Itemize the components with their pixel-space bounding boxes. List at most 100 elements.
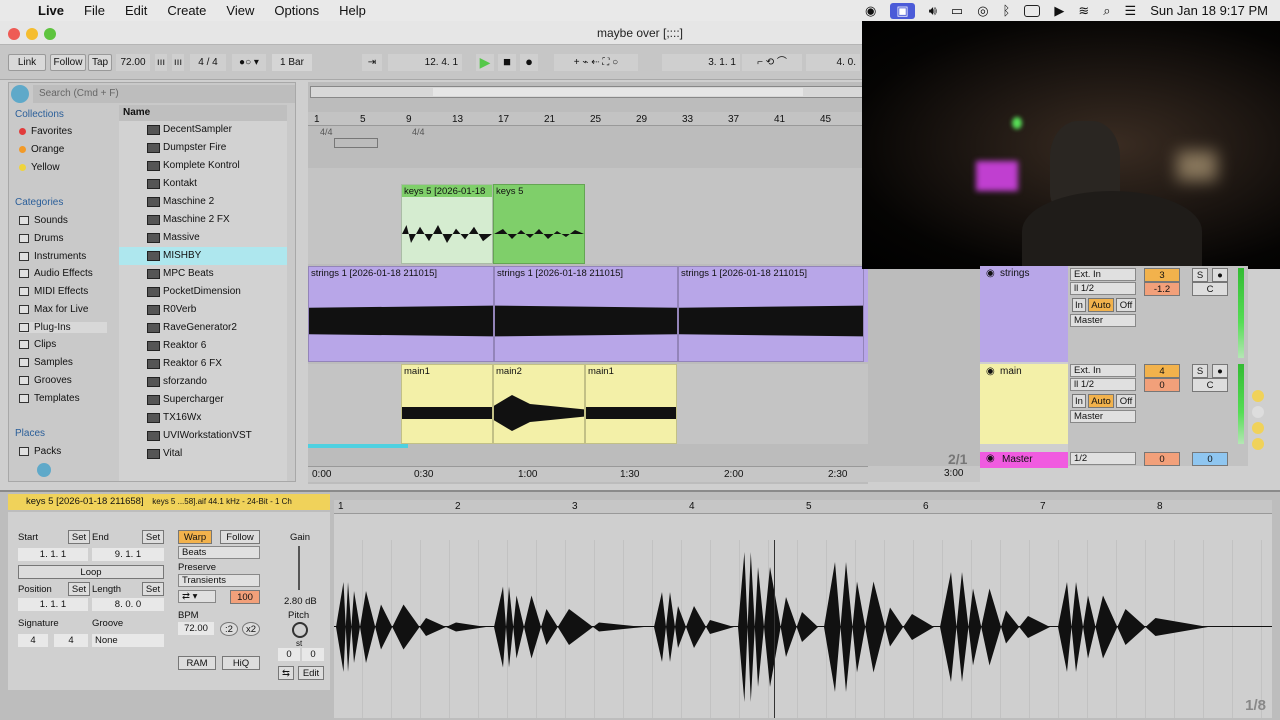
display-icon[interactable]: ▭ [951,3,963,19]
category-drums[interactable]: Drums [19,233,63,244]
category-templates[interactable]: Templates [19,393,80,404]
category-clips[interactable]: Clips [19,339,56,350]
screen-share-icon[interactable]: ▣ [890,2,915,19]
clip-keys-a[interactable]: keys 5 [2026-01-18 [401,184,493,264]
monitor-auto-button[interactable]: Auto [1088,298,1114,312]
menu-view[interactable]: View [226,3,254,18]
menu-app[interactable]: Live [38,3,64,18]
search-input[interactable]: Search (Cmd + F) [33,85,295,103]
quantize-select[interactable]: 1 Bar [272,54,312,71]
plugin-item[interactable]: sforzando [119,373,287,391]
menu-help[interactable]: Help [339,3,366,18]
preserve-select[interactable]: Transients [178,574,260,587]
volume-field[interactable]: 0 [1144,378,1180,392]
monitor-off-button[interactable]: Off [1116,298,1136,312]
clip-main-c[interactable]: main1 [585,364,677,444]
arm-button[interactable]: ● [1212,364,1228,378]
arm-button[interactable]: ● [1212,268,1228,282]
battery-icon[interactable] [1024,4,1041,17]
wifi-icon[interactable]: ≋ [1078,3,1089,19]
plugin-item[interactable]: PocketDimension [119,283,287,301]
reverse-icon[interactable]: ⇆ [278,666,294,680]
record-button[interactable]: ● [520,54,538,71]
loop-start-field[interactable]: 3. 1. 1 [662,54,740,71]
name-column-header[interactable]: Name [119,105,287,121]
start-field[interactable]: 1. 1. 1 [18,548,88,561]
solo-button[interactable]: S [1192,364,1208,378]
loop-mode-select[interactable]: ⇄ ▾ [178,590,216,603]
monitor-off-button[interactable]: Off [1116,394,1136,408]
plugin-item[interactable]: Supercharger [119,391,287,409]
collection-orange[interactable]: Orange [19,144,64,155]
length-field[interactable]: 8. 0. 0 [92,598,164,611]
category-sounds[interactable]: Sounds [19,215,68,226]
plugin-item[interactable]: Reaktor 6 FX [119,355,287,373]
track-header-main[interactable]: ◉ main [980,364,1068,444]
set-end-button[interactable]: Set [142,530,164,544]
signature-field[interactable]: 4 / 4 [190,54,226,71]
track-name[interactable]: strings [1000,268,1029,279]
track-fold-icon[interactable]: ◉ [986,366,995,377]
follow-button[interactable]: Follow [50,54,86,71]
monitor-in-button[interactable]: In [1072,298,1086,312]
plugin-item[interactable]: Vital [119,445,287,463]
track-lane-keys[interactable] [308,168,868,264]
plugin-item[interactable]: Reaktor 6 [119,337,287,355]
locator-marker[interactable] [334,138,378,148]
menu-edit[interactable]: Edit [125,3,147,18]
signature-denominator[interactable]: 4 [54,634,88,647]
volume-icon[interactable]: 🔊︎ [929,3,937,19]
overview-scrollbar[interactable] [310,86,866,98]
loop-button[interactable]: Loop [18,565,164,579]
hiq-button[interactable]: HiQ [222,656,260,670]
end-field[interactable]: 9. 1. 1 [92,548,164,561]
master-pan-field[interactable]: 0 [1192,452,1228,466]
track-fold-icon[interactable]: ◉ [986,268,995,279]
play-icon[interactable]: ▶︎ [1054,3,1064,19]
plugin-item[interactable]: RaveGenerator2 [119,319,287,337]
time-signature-marker[interactable]: 4/4 [412,127,425,137]
loop-length-field[interactable]: 4. 0. [806,54,860,71]
search-icon[interactable]: ⌕ [1103,3,1110,19]
plugin-item[interactable]: MPC Beats [119,265,287,283]
punch-loop-icons[interactable]: ⌐ ⟲ ⌒ [742,54,802,71]
bpm-field[interactable]: 72.00 [178,622,214,635]
browser-toggle-icon[interactable] [11,85,29,103]
plugin-item[interactable]: Komplete Kontrol [119,157,287,175]
track-name[interactable]: main [1000,366,1022,377]
position-field[interactable]: 12. 4. 1 [388,54,462,71]
tempo-field[interactable]: 72.00 [116,54,150,71]
follow-arrow-icon[interactable]: ⇥ [362,54,382,71]
menu-file[interactable]: File [84,3,105,18]
output-select[interactable]: Master [1070,410,1136,423]
plugin-item[interactable]: DecentSampler [119,121,287,139]
category-midi-effects[interactable]: MIDI Effects [19,286,88,297]
plugin-item[interactable]: Kontakt [119,175,287,193]
monitor-auto-button[interactable]: Auto [1088,394,1114,408]
stop-button[interactable]: ■ [498,54,516,71]
ram-button[interactable]: RAM [178,656,216,670]
clip-name-header[interactable]: keys 5 [2026-01-18 211658] keys 5 ...58]… [8,494,330,510]
pan-field[interactable]: C [1192,378,1228,392]
plugin-item[interactable]: R0Verb [119,301,287,319]
groove-select[interactable]: None [92,634,164,647]
collection-favorites[interactable]: Favorites [19,126,72,137]
set-position-button[interactable]: Set [68,582,90,596]
io-toggle-icon[interactable] [1252,390,1264,402]
link-button[interactable]: Link [8,54,46,71]
track-activator[interactable]: 4 [1144,364,1180,378]
bar-ruler[interactable]: 1 5 9 13 17 21 25 29 33 37 41 45 [308,112,868,126]
transpose-field[interactable]: 0 [278,648,300,661]
clip-strings-b[interactable]: strings 1 [2026-01-18 211015] [494,266,678,362]
clip-strings-c[interactable]: strings 1 [2026-01-18 211015] [678,266,864,362]
menu-options[interactable]: Options [274,3,319,18]
warp-mode-select[interactable]: Beats [178,546,260,559]
set-start-button[interactable]: Set [68,530,90,544]
envelope-amount[interactable]: 100 [230,590,260,604]
plugin-item[interactable]: UVIWorkstationVST [119,427,287,445]
master-volume-field[interactable]: 0 [1144,452,1180,466]
gain-slider[interactable] [298,546,312,590]
menu-create[interactable]: Create [167,3,206,18]
sends-toggle-icon[interactable] [1252,438,1264,450]
clock[interactable]: Sun Jan 18 9:17 PM [1150,3,1268,18]
